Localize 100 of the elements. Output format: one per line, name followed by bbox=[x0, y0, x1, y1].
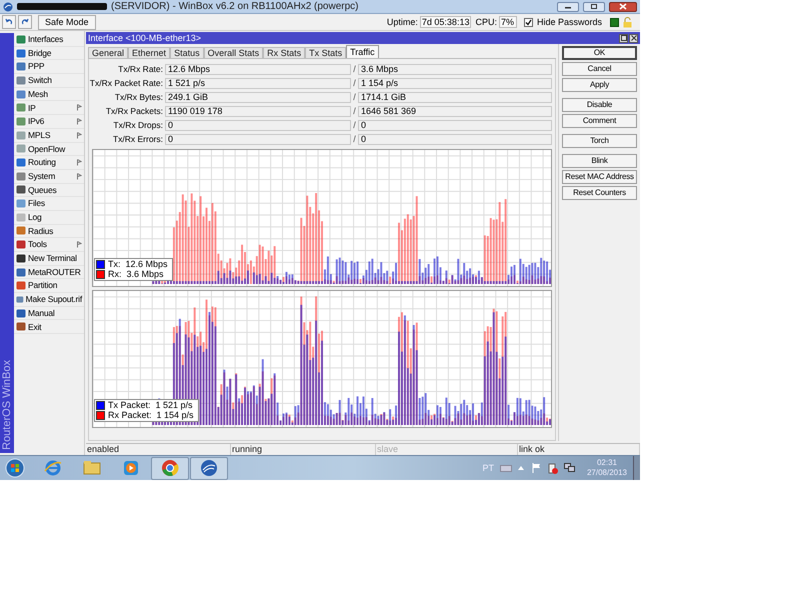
sidebar-item[interactable]: Bridge bbox=[14, 46, 84, 60]
value-field: 12.6 Mbps bbox=[165, 64, 351, 75]
sidebar-item[interactable]: Switch bbox=[14, 74, 84, 88]
value-field: 0 bbox=[358, 134, 552, 145]
sidebar-item[interactable]: PPP bbox=[14, 60, 84, 74]
window-title: (SERVIDOR) - WinBox v6.2 on RB1100AHx2 (powerpc) bbox=[111, 2, 358, 12]
dialog-button[interactable]: Cancel bbox=[562, 62, 637, 76]
taskbar-button[interactable] bbox=[190, 456, 228, 480]
tab[interactable]: Status bbox=[170, 47, 204, 58]
sidebar-item[interactable]: Mesh bbox=[14, 88, 84, 102]
separator-label: / bbox=[352, 93, 357, 102]
sidebar-item[interactable]: Routing bbox=[14, 156, 84, 170]
minimize-button[interactable] bbox=[557, 2, 579, 12]
taskbar-button[interactable] bbox=[151, 456, 189, 480]
tab[interactable]: Traffic bbox=[346, 45, 379, 58]
restore-button[interactable] bbox=[619, 34, 628, 42]
folder-icon bbox=[83, 459, 101, 477]
submenu-arrow-icon bbox=[77, 118, 82, 125]
field-label: Tx/Rx Packet Rate: bbox=[89, 79, 164, 88]
separator-label: / bbox=[352, 65, 357, 74]
value-field: 1 154 p/s bbox=[358, 78, 552, 89]
tab[interactable]: Ethernet bbox=[128, 47, 170, 58]
submenu-arrow-icon bbox=[77, 132, 82, 139]
network-icon[interactable] bbox=[564, 463, 575, 473]
globe-icon bbox=[44, 459, 62, 477]
submenu-arrow-icon bbox=[77, 241, 82, 248]
checkbox[interactable] bbox=[524, 18, 533, 26]
sidebar-item[interactable]: OpenFlow bbox=[14, 142, 84, 156]
tab[interactable]: Overall Stats bbox=[204, 47, 264, 58]
minimize-icon bbox=[564, 4, 572, 8]
value-field: 1714.1 GiB bbox=[358, 92, 552, 103]
play-icon bbox=[122, 459, 140, 477]
lock-icon bbox=[623, 16, 632, 28]
value-field: 3.6 Mbps bbox=[358, 64, 552, 75]
dialog-button[interactable]: Disable bbox=[562, 98, 637, 112]
submenu-arrow-icon bbox=[77, 104, 82, 112]
redo-button[interactable] bbox=[18, 15, 32, 29]
orb-icon bbox=[5, 458, 25, 478]
sidebar-item[interactable]: Make Supout.rif bbox=[14, 293, 84, 307]
dialog-button[interactable]: Reset MAC Address bbox=[562, 170, 637, 184]
sidebar-item[interactable]: IP bbox=[14, 101, 84, 116]
submenu-arrow-icon bbox=[77, 172, 82, 180]
tab[interactable]: General bbox=[88, 47, 128, 58]
close-icon bbox=[619, 3, 627, 10]
sidebar-item[interactable]: System bbox=[14, 170, 84, 184]
sidebar-item[interactable]: Exit bbox=[14, 320, 84, 334]
sidebar-item[interactable]: Tools bbox=[14, 238, 84, 252]
power-warning-icon[interactable] bbox=[548, 462, 558, 474]
uptime-label: Uptime: bbox=[386, 18, 418, 26]
brand-label: RouterOS WinBox bbox=[2, 360, 12, 450]
separator-label: / bbox=[352, 107, 357, 116]
legend-label: Tx: 12.6 Mbps bbox=[108, 260, 168, 269]
undo-button[interactable] bbox=[2, 15, 16, 29]
value-field: 1 521 p/s bbox=[165, 78, 351, 89]
close-button[interactable] bbox=[609, 2, 637, 12]
dialog-button[interactable]: Apply bbox=[562, 78, 637, 92]
legend-label: Rx: 3.6 Mbps bbox=[108, 270, 164, 279]
close-icon bbox=[630, 35, 636, 41]
field-label: Tx/Rx Drops: bbox=[112, 121, 164, 130]
sidebar-item[interactable]: Log bbox=[14, 210, 84, 225]
dialog-button[interactable]: OK bbox=[562, 46, 637, 60]
close-button[interactable] bbox=[629, 34, 638, 42]
swirl-icon bbox=[200, 459, 218, 477]
sidebar-item[interactable]: New Terminal bbox=[14, 252, 84, 266]
field-label: Tx/Rx Packets: bbox=[104, 107, 164, 116]
separator-label: / bbox=[352, 135, 357, 144]
dialog-button[interactable]: Blink bbox=[562, 154, 637, 168]
dialog-button[interactable]: Reset Counters bbox=[562, 186, 637, 200]
sidebar-item[interactable]: Manual bbox=[14, 306, 84, 320]
legend-label: Tx Packet: 1 521 p/s bbox=[108, 401, 193, 410]
tab[interactable]: Tx Stats bbox=[305, 47, 346, 58]
circle-icon bbox=[161, 459, 179, 477]
field-label: Tx/Rx Bytes: bbox=[114, 93, 164, 102]
sidebar-item[interactable]: Files bbox=[14, 197, 84, 211]
sidebar-item[interactable]: IPv6 bbox=[14, 115, 84, 129]
field-label: Tx/Rx Errors: bbox=[112, 135, 164, 144]
cpu-label: CPU: bbox=[475, 18, 497, 26]
maximize-button[interactable] bbox=[583, 2, 605, 12]
undo-icon bbox=[5, 18, 13, 26]
sidebar-item[interactable]: MPLS bbox=[14, 128, 84, 142]
safe-mode-button[interactable]: Safe Mode bbox=[38, 14, 96, 30]
value-field: 0 bbox=[165, 134, 351, 145]
status-indicator-icon bbox=[610, 18, 619, 26]
legend-label: Rx Packet: 1 154 p/s bbox=[108, 411, 194, 420]
sidebar-item[interactable]: Partition bbox=[14, 279, 84, 294]
separator-label: / bbox=[352, 121, 357, 130]
value-field: 1646 581 369 bbox=[358, 106, 552, 117]
dialog-button[interactable]: Comment bbox=[562, 114, 637, 128]
cpu-field: 7% bbox=[498, 16, 517, 28]
app-logo-icon bbox=[3, 2, 13, 12]
dialog-button[interactable]: Torch bbox=[562, 134, 637, 148]
sidebar-item[interactable]: Radius bbox=[14, 224, 84, 238]
sidebar-item[interactable]: Queues bbox=[14, 184, 84, 198]
window-title: Interface <100-MB-ether13> bbox=[88, 34, 202, 42]
maximize-icon bbox=[590, 3, 598, 10]
sidebar-item[interactable]: Interfaces bbox=[14, 33, 84, 47]
field-label: Tx/Rx Rate: bbox=[117, 65, 164, 74]
sidebar-item[interactable]: MetaROUTER bbox=[14, 266, 84, 280]
separator-label: / bbox=[352, 79, 357, 88]
tab[interactable]: Rx Stats bbox=[263, 47, 306, 58]
